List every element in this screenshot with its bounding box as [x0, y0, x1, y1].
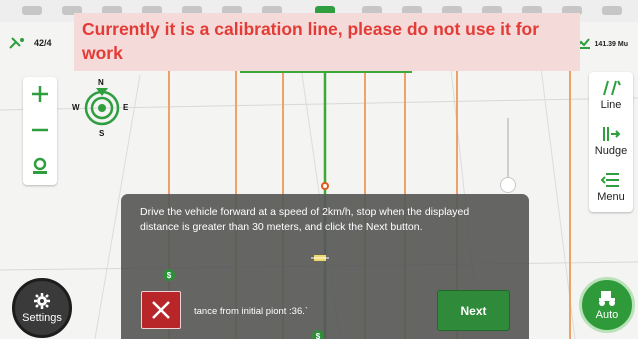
- menu-button-label: Menu: [597, 191, 625, 203]
- gear-icon: [34, 293, 50, 309]
- auto-label: Auto: [595, 309, 619, 321]
- cancel-button[interactable]: [141, 291, 181, 329]
- calibration-warning-banner: Currently it is a calibration line, plea…: [74, 13, 580, 71]
- settings-label: Settings: [22, 312, 62, 324]
- page-indicator[interactable]: [602, 6, 622, 15]
- calibration-instruction: Drive the vehicle forward at a speed of …: [140, 206, 470, 233]
- next-button[interactable]: Next: [437, 290, 510, 331]
- zoom-in-button[interactable]: [23, 77, 57, 111]
- compass-south-label: S: [99, 129, 105, 138]
- compass-north-label: N: [98, 78, 104, 87]
- map-slider-handle[interactable]: [500, 177, 516, 193]
- compass[interactable]: N S E W: [72, 78, 136, 142]
- menu-button[interactable]: Menu: [589, 164, 633, 210]
- map-zoom-panel: [23, 77, 57, 185]
- close-icon: [152, 301, 170, 319]
- location-icon: [33, 157, 47, 174]
- compass-west-label: W: [72, 103, 80, 112]
- calibration-dialog: Drive the vehicle forward at a speed of …: [121, 194, 529, 339]
- compass-east-label: E: [123, 103, 129, 112]
- boundary-point-marker[interactable]: $: [312, 330, 324, 339]
- satellite-count: 42/4: [34, 38, 52, 48]
- boundary-point-marker[interactable]: $: [163, 269, 175, 281]
- minus-icon: [32, 128, 48, 132]
- line-icon: [603, 80, 621, 96]
- map-slider-track[interactable]: [507, 118, 509, 182]
- distance-readout: tance from initial piont :36.`: [194, 306, 309, 317]
- nudge-icon: [603, 127, 621, 141]
- speed-status: 141.39 Mu: [574, 38, 628, 50]
- calibration-warning-text: Currently it is a calibration line, plea…: [82, 19, 540, 63]
- right-toolbar: Line Nudge Menu: [589, 72, 633, 212]
- plus-icon: [32, 86, 48, 102]
- gnss-status: 42/4: [8, 36, 52, 50]
- nudge-button[interactable]: Nudge: [589, 118, 633, 164]
- vehicle-heading-icon: [311, 255, 329, 261]
- satellite-icon: [9, 37, 24, 49]
- speed-value: 141.39 Mu: [594, 40, 628, 48]
- settings-button[interactable]: Settings: [12, 278, 72, 338]
- nudge-button-label: Nudge: [594, 145, 628, 157]
- menu-icon: [600, 173, 619, 187]
- line-button-label: Line: [600, 99, 622, 111]
- tractor-icon: [599, 291, 615, 306]
- line-button[interactable]: Line: [589, 72, 633, 118]
- page-indicator[interactable]: [22, 6, 42, 15]
- zoom-out-button[interactable]: [23, 113, 57, 147]
- locate-vehicle-button[interactable]: [23, 149, 57, 183]
- auto-steer-button[interactable]: Auto: [579, 277, 635, 333]
